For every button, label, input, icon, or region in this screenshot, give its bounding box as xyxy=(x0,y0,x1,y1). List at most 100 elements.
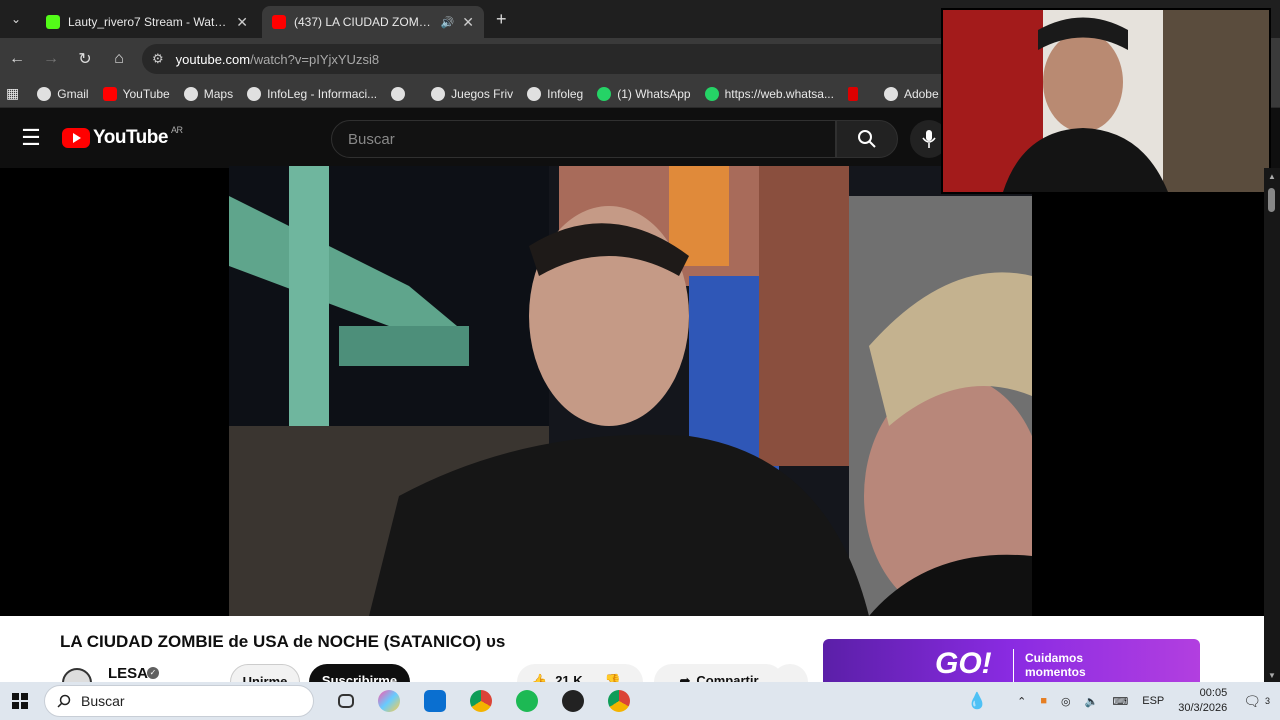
webcam-overlay xyxy=(941,8,1271,194)
youtube-icon xyxy=(102,86,117,101)
bookmark-label: Infoleg xyxy=(547,86,584,101)
video-title: LA CIUDAD ZOMBIE de USA de NOCHE (SATANI… xyxy=(60,632,506,651)
system-tray: 💧 ⌃ ■ ◎ 🔈 ⌨ ESP 00:05 30/3/2026 🗨 3 xyxy=(967,682,1280,720)
bookmark-label: Maps xyxy=(203,86,234,101)
obs-icon[interactable] xyxy=(562,690,584,712)
bookmark-label: Gmail xyxy=(57,86,89,101)
ad-divider xyxy=(1013,649,1014,682)
search-icon xyxy=(858,130,876,148)
subscribe-button[interactable]: Suscribirme xyxy=(309,664,410,682)
url-field[interactable]: ⚙ youtube.com/watch?v=pIYjxYUzsi8 xyxy=(142,44,962,74)
share-button[interactable]: ➦ Compartir xyxy=(654,664,784,682)
channel-avatar[interactable] xyxy=(62,668,92,682)
video-details: LA CIUDAD ZOMBIE de USA de NOCHE (SATANI… xyxy=(0,616,1264,682)
thumbs-down-icon[interactable]: 👎 xyxy=(605,673,621,682)
scroll-down-icon[interactable]: ▼ xyxy=(1268,671,1276,680)
bookmark-adobe[interactable]: Adobe xyxy=(883,86,939,101)
tray-overflow-icon[interactable]: ⌃ xyxy=(1017,695,1026,708)
whatsapp-icon xyxy=(704,86,719,101)
bookmark-youtube[interactable]: YouTube xyxy=(102,86,170,101)
tab-title: (437) LA CIUDAD ZOMBIE d xyxy=(294,15,433,29)
bookmark-whatsapp-web[interactable]: https://web.whatsa... xyxy=(704,86,834,101)
bookmark-juegos-friv[interactable]: Juegos Friv xyxy=(431,86,514,101)
taskbar-search-placeholder: Buscar xyxy=(81,693,125,709)
copilot-icon[interactable] xyxy=(378,690,400,712)
bookmark-adobe-pdf[interactable] xyxy=(847,86,864,101)
weather-drop-icon[interactable]: 💧 xyxy=(967,691,987,711)
chrome-icon[interactable] xyxy=(470,690,492,712)
join-button[interactable]: Unirme xyxy=(230,664,300,682)
video-frame xyxy=(229,166,1032,616)
windows-start-icon[interactable] xyxy=(0,693,40,709)
forward-icon[interactable]: → xyxy=(34,50,68,68)
ad-tagline: Cuidamos momentos xyxy=(1025,651,1086,679)
scroll-up-icon[interactable]: ▲ xyxy=(1268,172,1276,181)
tab-kick-stream[interactable]: Lauty_rivero7 Stream - Watch Li ✕ xyxy=(36,6,258,38)
url-path: /watch?v=pIYjxYUzsi8 xyxy=(250,51,380,67)
kick-icon xyxy=(46,15,60,29)
bookmark-maps[interactable]: Maps xyxy=(183,86,234,101)
menu-icon[interactable]: ☰ xyxy=(0,125,62,151)
ad-brand: GO! xyxy=(935,647,992,680)
bookmark-gmail[interactable]: Gmail xyxy=(37,86,89,101)
home-icon[interactable]: ⌂ xyxy=(102,50,136,68)
globe-icon xyxy=(883,86,898,101)
youtube-icon xyxy=(272,15,286,29)
audio-playing-icon[interactable]: 🔊 xyxy=(441,16,455,29)
tab-youtube-video[interactable]: (437) LA CIUDAD ZOMBIE d 🔊 ✕ xyxy=(262,6,484,38)
tab-title: Lauty_rivero7 Stream - Watch Li xyxy=(68,15,229,29)
thumbs-up-icon: 👍 xyxy=(531,673,548,682)
spotify-icon[interactable] xyxy=(516,690,538,712)
video-player[interactable] xyxy=(229,166,1032,616)
region-code: AR xyxy=(170,125,183,135)
share-label: Compartir xyxy=(696,673,759,682)
new-tab-button[interactable]: + xyxy=(484,9,519,38)
webcam-feed xyxy=(943,10,1269,192)
apps-grid-icon[interactable]: ▦ xyxy=(6,85,19,102)
youtube-logo[interactable]: YouTube AR xyxy=(62,125,183,149)
globe-icon xyxy=(183,86,198,101)
notification-count: 3 xyxy=(1264,696,1270,706)
channel-name[interactable]: LESA xyxy=(108,665,148,682)
search-button[interactable] xyxy=(836,120,898,158)
close-tab-icon[interactable]: ✕ xyxy=(236,14,248,31)
search-icon xyxy=(57,694,71,708)
network-icon[interactable]: ◎ xyxy=(1061,695,1071,708)
clock-date: 30/3/2026 xyxy=(1178,702,1228,714)
close-tab-icon[interactable]: ✕ xyxy=(462,14,474,31)
bookmark-label: Adobe xyxy=(903,86,939,101)
globe-icon xyxy=(431,86,446,101)
bookmark-whatsapp[interactable]: (1) WhatsApp xyxy=(597,86,691,101)
reload-icon[interactable]: ↻ xyxy=(68,49,102,69)
url-host: youtube.com xyxy=(175,51,251,67)
task-view-icon[interactable] xyxy=(338,694,354,708)
tab-search-button[interactable]: ⌄ xyxy=(0,0,32,38)
scrollbar-thumb[interactable] xyxy=(1268,188,1275,212)
bookmark-infoleg[interactable]: InfoLeg - Informaci... xyxy=(247,86,377,101)
youtube-logo-text: YouTube xyxy=(93,127,168,148)
more-actions-button[interactable]: … xyxy=(772,664,808,682)
globe-icon xyxy=(527,86,542,101)
globe-icon xyxy=(37,86,52,101)
like-button[interactable]: 👍 21 K 👎 xyxy=(517,664,643,682)
clock[interactable]: 00:05 30/3/2026 xyxy=(1178,686,1227,716)
keyboard-icon[interactable]: ⌨ xyxy=(1112,695,1128,708)
adobe-icon xyxy=(847,86,858,101)
search-input[interactable]: Buscar xyxy=(331,120,836,158)
volume-icon[interactable]: 🔈 xyxy=(1085,695,1099,708)
ad-banner[interactable]: GO! Cuidamos momentos xyxy=(823,639,1200,682)
notification-icon[interactable]: 🗨 xyxy=(1243,693,1261,710)
bookmark-unnamed[interactable] xyxy=(391,86,411,101)
outlook-icon[interactable] xyxy=(424,690,446,712)
page-scrollbar[interactable]: ▲ ▼ xyxy=(1264,168,1280,682)
bookmark-infoleg-2[interactable]: Infoleg xyxy=(527,86,584,101)
chrome-profile-icon[interactable] xyxy=(608,690,630,712)
verified-check-icon: ✓ xyxy=(147,667,159,679)
bookmark-label: Juegos Friv xyxy=(451,86,514,101)
site-info-icon[interactable]: ⚙ xyxy=(152,51,164,67)
back-icon[interactable]: ← xyxy=(0,50,34,68)
microphone-icon xyxy=(922,130,936,148)
language-indicator[interactable]: ESP xyxy=(1142,695,1164,707)
taskbar-search-input[interactable]: Buscar xyxy=(44,685,314,717)
app-tray-icon[interactable]: ■ xyxy=(1040,695,1047,707)
